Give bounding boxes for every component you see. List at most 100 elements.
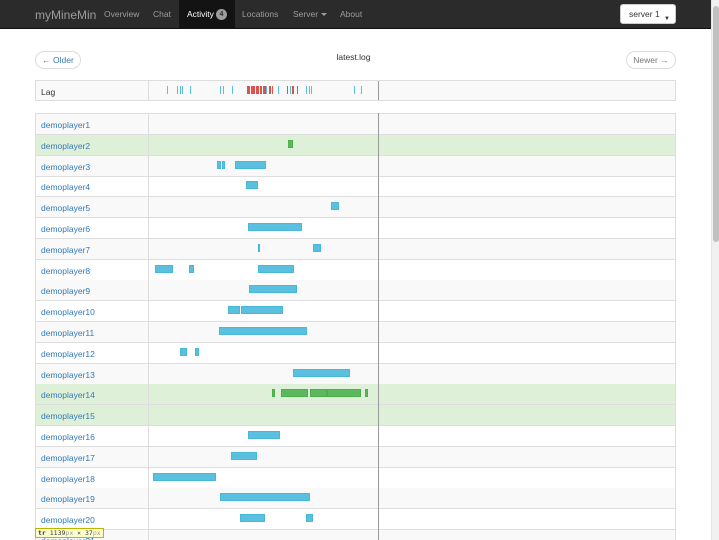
player-name-link[interactable]: demoplayer7 xyxy=(41,245,90,255)
lag-mark xyxy=(269,86,271,94)
lag-mark xyxy=(309,86,310,94)
session-bar[interactable] xyxy=(240,514,265,523)
session-bar[interactable] xyxy=(248,223,302,231)
column-divider xyxy=(148,114,149,134)
lag-mark xyxy=(278,86,279,94)
player-name-link[interactable]: demoplayer10 xyxy=(41,307,95,317)
column-divider xyxy=(148,446,149,467)
nav-server-label: Server xyxy=(293,9,319,19)
tooltip-width: 1139 xyxy=(49,529,66,537)
session-bar[interactable] xyxy=(231,451,257,460)
session-bar[interactable] xyxy=(189,264,194,273)
session-bar[interactable] xyxy=(217,160,221,169)
lag-mark xyxy=(167,86,168,94)
session-bar[interactable] xyxy=(246,181,258,190)
table-row: demoplayer8 xyxy=(35,259,676,281)
column-divider xyxy=(148,280,149,301)
column-divider xyxy=(148,467,149,488)
session-bar[interactable] xyxy=(153,472,216,481)
nav-activity-label: Activity xyxy=(187,9,214,19)
player-name-link[interactable]: demoplayer6 xyxy=(41,224,90,234)
player-name-link[interactable]: demoplayer20 xyxy=(41,515,95,525)
dropdown-arrow-icon: ▼ xyxy=(664,16,670,22)
column-divider xyxy=(148,384,149,405)
older-button[interactable]: ← Older xyxy=(35,51,81,69)
table-row: demoplayer11 xyxy=(35,322,676,343)
player-name-link[interactable]: demoplayer1 xyxy=(41,120,90,130)
session-bar[interactable] xyxy=(288,139,293,148)
player-name-link[interactable]: demoplayer13 xyxy=(41,370,95,380)
session-bar[interactable] xyxy=(313,243,321,252)
session-bar[interactable] xyxy=(306,514,313,523)
session-bar[interactable] xyxy=(272,389,275,398)
player-name-link[interactable]: demoplayer19 xyxy=(41,494,95,504)
session-bar[interactable] xyxy=(249,285,297,294)
now-marker-line xyxy=(378,113,379,540)
lag-mark xyxy=(220,86,221,94)
nav-about[interactable]: About xyxy=(334,0,368,29)
nav-chat[interactable]: Chat xyxy=(147,0,177,29)
session-bar[interactable] xyxy=(258,264,294,273)
column-divider xyxy=(148,488,149,509)
scrollbar-thumb[interactable] xyxy=(713,6,719,242)
nav-activity[interactable]: Activity 4 xyxy=(179,0,235,29)
player-name-link[interactable]: demoplayer9 xyxy=(41,286,90,296)
newer-button[interactable]: Newer → xyxy=(626,51,676,69)
session-bar[interactable] xyxy=(220,493,310,502)
session-bar[interactable] xyxy=(365,389,368,398)
nav-server-dropdown[interactable]: Server xyxy=(287,0,333,29)
table-row: demoplayer13 xyxy=(35,363,676,385)
column-divider xyxy=(148,238,149,259)
table-row: demoplayer14 xyxy=(35,384,676,406)
table-row: demoplayer10 xyxy=(35,301,676,323)
player-name-link[interactable]: demoplayer16 xyxy=(41,432,95,442)
player-name-link[interactable]: demoplayer18 xyxy=(41,474,95,484)
table-row: demoplayer6 xyxy=(35,218,676,239)
session-bar[interactable] xyxy=(310,389,327,398)
player-name-link[interactable]: demoplayer4 xyxy=(41,182,90,192)
session-bar[interactable] xyxy=(195,347,199,356)
player-name-link[interactable]: demoplayer3 xyxy=(41,162,90,172)
session-bar[interactable] xyxy=(241,306,283,315)
player-name-link[interactable]: demoplayer12 xyxy=(41,349,95,359)
lag-timeline: Lag xyxy=(35,80,676,101)
column-divider xyxy=(148,530,149,540)
column-divider xyxy=(148,509,149,530)
player-name-link[interactable]: demoplayer2 xyxy=(41,141,90,151)
log-file-title: latest.log xyxy=(336,52,371,62)
session-bar[interactable] xyxy=(228,306,240,315)
session-bar[interactable] xyxy=(155,264,173,273)
table-row: demoplayer18 xyxy=(35,467,676,489)
player-name-link[interactable]: demoplayer15 xyxy=(41,411,95,421)
session-bar[interactable] xyxy=(235,160,266,169)
column-divider xyxy=(148,197,149,218)
column-divider xyxy=(148,81,149,100)
player-name-link[interactable]: demoplayer8 xyxy=(41,266,90,276)
session-bar[interactable] xyxy=(331,202,339,211)
session-bar[interactable] xyxy=(258,243,260,252)
player-name-link[interactable]: demoplayer11 xyxy=(41,328,94,338)
brand-logo[interactable]: myMineMin xyxy=(35,8,96,22)
session-bar[interactable] xyxy=(222,160,225,169)
nav-locations[interactable]: Locations xyxy=(236,0,284,29)
player-activity-table: demoplayer1 demoplayer2 demoplayer3 demopla… xyxy=(35,113,676,540)
session-bar[interactable] xyxy=(293,368,350,377)
lag-mark xyxy=(190,86,191,94)
session-bar[interactable] xyxy=(219,327,307,335)
server-select[interactable]: server 1 ▼ xyxy=(620,4,676,24)
session-bar[interactable] xyxy=(248,431,280,439)
player-name-link[interactable]: demoplayer5 xyxy=(41,203,90,213)
lag-mark xyxy=(290,86,291,94)
session-bar[interactable] xyxy=(180,347,187,356)
session-bar[interactable] xyxy=(281,389,308,398)
session-bar[interactable] xyxy=(327,389,361,398)
player-name-link[interactable]: demoplayer17 xyxy=(41,453,95,463)
column-divider xyxy=(148,218,149,238)
player-name-link[interactable]: demoplayer14 xyxy=(41,390,95,400)
column-divider xyxy=(148,322,149,342)
lag-mark xyxy=(266,86,267,94)
nav-overview[interactable]: Overview xyxy=(98,0,145,29)
table-row: demoplayer12 xyxy=(35,342,676,364)
table-row: demoplayer17 xyxy=(35,446,676,468)
page-scrollbar[interactable] xyxy=(711,0,719,540)
